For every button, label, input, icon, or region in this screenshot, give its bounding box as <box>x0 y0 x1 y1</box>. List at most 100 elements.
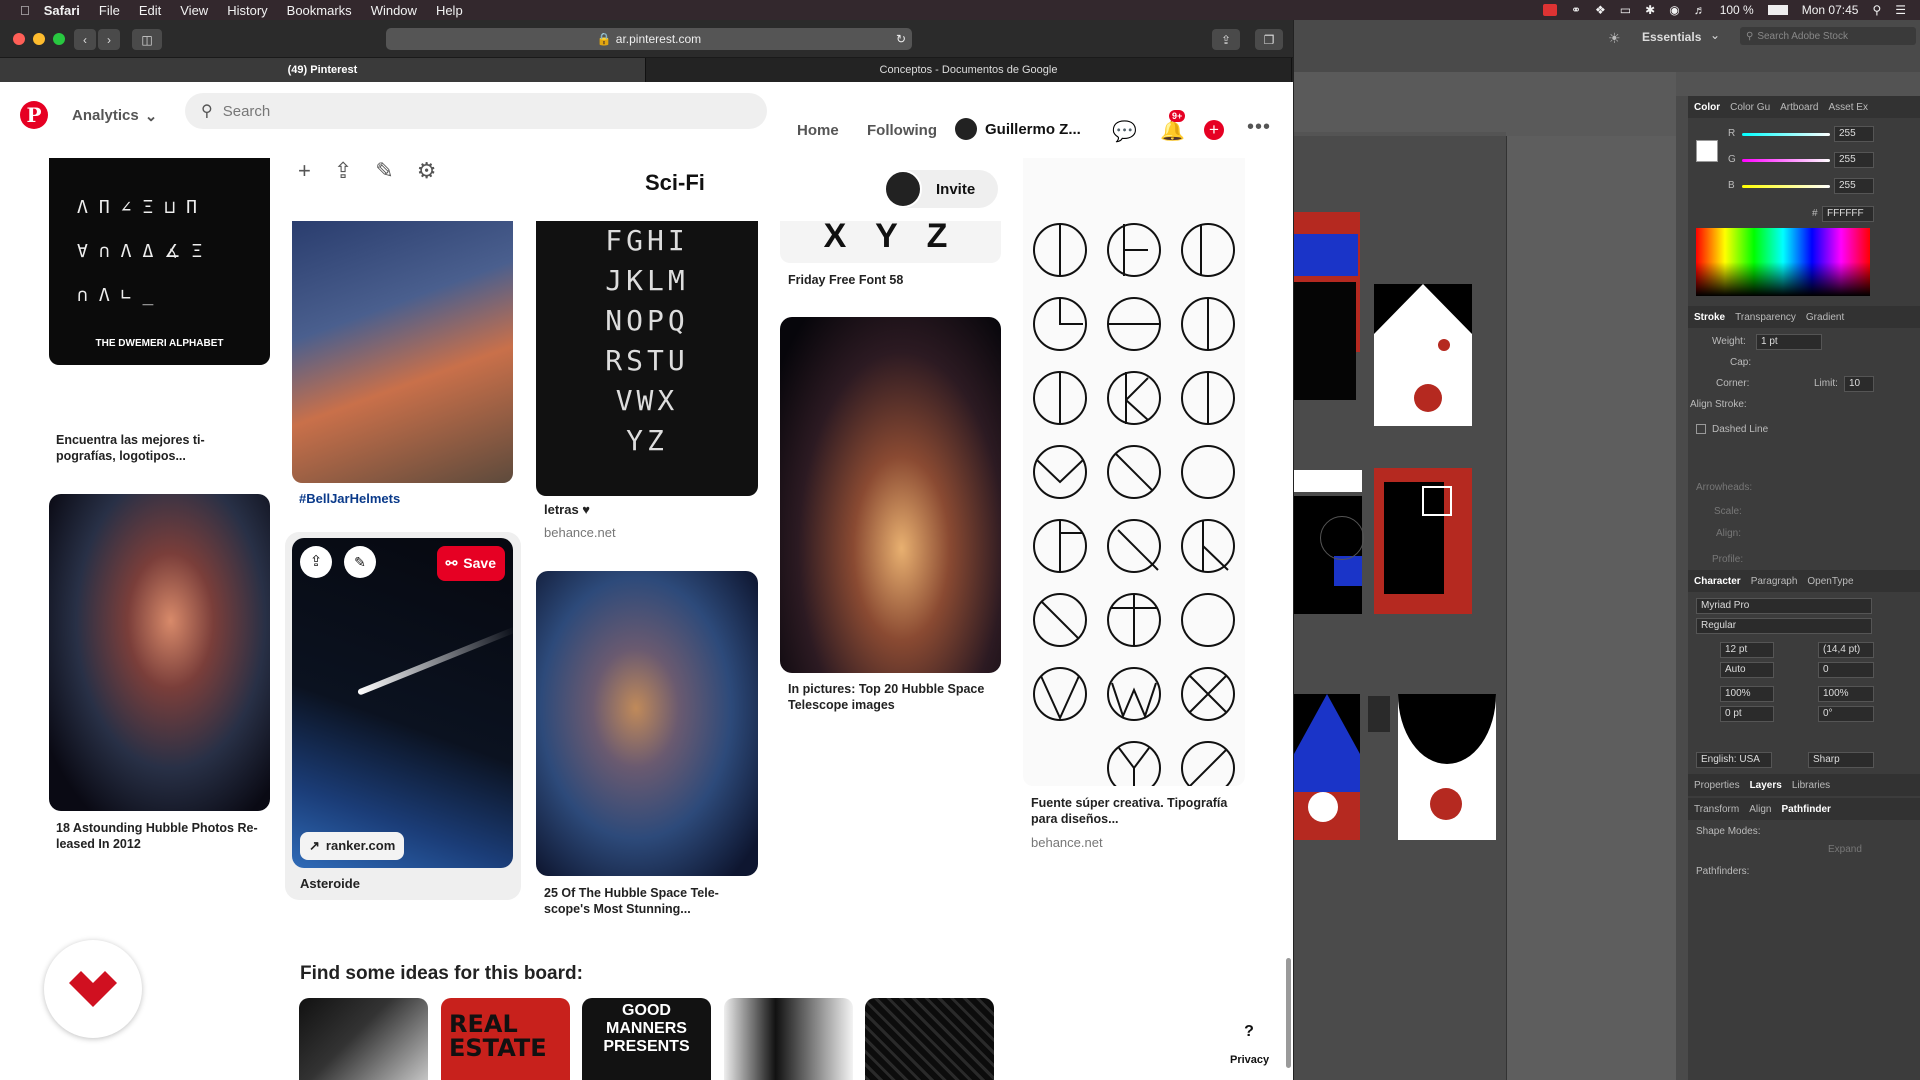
nav-home[interactable]: Home <box>797 122 839 139</box>
share-icon[interactable]: ⇪ <box>334 158 352 186</box>
apple-icon[interactable]:  <box>20 3 30 18</box>
blue-value[interactable]: 255 <box>1834 178 1874 194</box>
fill-stroke-swatch[interactable] <box>1696 140 1718 162</box>
pin-dwemeri-alphabet[interactable]: ΛΠ∠Ξ⊔Π ∀∩ΛΔ∡Ξ ∩Λ∟_ THE DWEMERI ALPHABET <box>49 158 270 365</box>
tab-libraries[interactable]: Libraries <box>1792 780 1830 791</box>
tab-artboards[interactable]: Artboard <box>1780 102 1818 113</box>
tab-color-guide[interactable]: Color Gu <box>1730 102 1770 113</box>
messages-icon[interactable]: 💬 <box>1112 119 1137 144</box>
tab-transparency[interactable]: Transparency <box>1735 312 1796 323</box>
language-field[interactable]: English: USA <box>1696 752 1772 768</box>
menu-bookmarks[interactable]: Bookmarks <box>287 3 352 18</box>
pinterest-logo[interactable]: P <box>20 101 48 129</box>
menu-file[interactable]: File <box>99 3 120 18</box>
wifi-icon[interactable]: ◉ <box>1669 3 1679 17</box>
save-button[interactable]: ⚯ Save <box>436 546 505 581</box>
pin-bell-jar-helmets[interactable] <box>292 221 513 483</box>
create-pin-icon[interactable]: + <box>1204 120 1224 140</box>
rotation-field[interactable]: 0° <box>1818 706 1874 722</box>
menu-window[interactable]: Window <box>371 3 417 18</box>
pin-friday-free-font[interactable]: X Y Z <box>780 221 1001 263</box>
more-options-icon[interactable]: ••• <box>1247 116 1271 139</box>
idea-thumbnail[interactable]: REAL ESTATE <box>441 998 570 1080</box>
tab-google-docs[interactable]: Conceptos - Documentos de Google <box>646 58 1292 82</box>
tracking-field[interactable]: 0 <box>1818 662 1874 678</box>
expand-button[interactable]: Expand <box>1828 844 1862 855</box>
edit-icon[interactable]: ✎ <box>375 158 393 186</box>
pin-fuente-creativa[interactable] <box>1023 158 1245 786</box>
stock-search-input[interactable]: ⚲ Search Adobe Stock <box>1740 27 1916 45</box>
adobe-cc-icon[interactable] <box>1542 4 1557 16</box>
red-value[interactable]: 255 <box>1834 126 1874 142</box>
pin-asteroid[interactable]: ⇪ ✎ ⚯ Save ↗ ranker.com <box>292 538 513 868</box>
invite-pill[interactable]: Invite <box>884 170 998 208</box>
zoom-window-button[interactable] <box>53 33 65 45</box>
tab-paragraph[interactable]: Paragraph <box>1751 576 1798 587</box>
close-window-button[interactable] <box>13 33 25 45</box>
reload-icon[interactable]: ↻ <box>896 32 906 46</box>
dashed-line-checkbox[interactable] <box>1696 424 1706 434</box>
nav-following[interactable]: Following <box>867 122 937 139</box>
menu-edit[interactable]: Edit <box>139 3 161 18</box>
tab-pinterest[interactable]: (49) Pinterest <box>0 58 646 82</box>
address-bar[interactable]: 🔒 ar.pinterest.com ↻ <box>386 28 912 50</box>
tab-pathfinder[interactable]: Pathfinder <box>1781 804 1830 815</box>
vertical-scale-field[interactable]: 100% <box>1720 686 1774 702</box>
kerning-field[interactable]: Auto <box>1720 662 1774 678</box>
menu-help[interactable]: Help <box>436 3 463 18</box>
back-button[interactable]: ‹ <box>74 29 96 50</box>
tabs-overview-button[interactable]: ❐ <box>1255 29 1283 50</box>
search-input[interactable]: ⚲ Search <box>185 93 767 129</box>
forward-button[interactable]: › <box>98 29 120 50</box>
privacy-link[interactable]: Privacy <box>1230 1054 1269 1066</box>
minimize-window-button[interactable] <box>33 33 45 45</box>
font-family-field[interactable]: Myriad Pro <box>1696 598 1872 614</box>
source-link[interactable]: ↗ ranker.com <box>300 832 405 860</box>
idea-thumbnail[interactable] <box>724 998 853 1080</box>
font-style-field[interactable]: Regular <box>1696 618 1872 634</box>
sidebar-toggle-button[interactable]: ◫ <box>132 29 162 50</box>
floating-logo-button[interactable] <box>44 940 142 1038</box>
pin-source[interactable]: behance.net <box>1031 835 1103 850</box>
horizontal-scale-field[interactable]: 100% <box>1818 686 1874 702</box>
share-button[interactable]: ⇪ <box>1212 29 1240 50</box>
workspace-switcher[interactable]: Essentials <box>1642 30 1701 44</box>
menu-history[interactable]: History <box>227 3 267 18</box>
dropbox-icon[interactable]: ❖ <box>1595 3 1606 17</box>
pin-source[interactable]: behance.net <box>544 525 616 540</box>
color-spectrum[interactable] <box>1696 228 1870 296</box>
clock[interactable]: Mon 07:45 <box>1802 3 1859 17</box>
lightbulb-icon[interactable]: ☀ <box>1608 30 1621 47</box>
tab-gradient[interactable]: Gradient <box>1806 312 1844 323</box>
tab-stroke[interactable]: Stroke <box>1694 312 1725 323</box>
panel-scrollbar[interactable] <box>1676 96 1688 1080</box>
tab-opentype[interactable]: OpenType <box>1807 576 1853 587</box>
pin-hubble-mystic[interactable] <box>536 571 758 876</box>
blue-slider[interactable] <box>1742 185 1830 188</box>
red-slider[interactable] <box>1742 133 1830 136</box>
leading-field[interactable]: (14,4 pt) <box>1818 642 1874 658</box>
help-button[interactable]: ? <box>1235 1018 1263 1046</box>
control-center-icon[interactable]: ☰ <box>1895 3 1906 17</box>
menu-view[interactable]: View <box>180 3 208 18</box>
edit-pin-icon[interactable]: ✎ <box>344 546 376 578</box>
battery-status[interactable]: 100 % <box>1720 3 1754 17</box>
hex-value[interactable]: FFFFFF <box>1822 206 1874 222</box>
green-value[interactable]: 255 <box>1834 152 1874 168</box>
settings-icon[interactable]: ⚙ <box>417 158 437 186</box>
share-pin-icon[interactable]: ⇪ <box>300 546 332 578</box>
pin-letras[interactable]: FGHI JKLM NOPQ RSTU VWX YZ <box>536 221 758 496</box>
tab-asset-export[interactable]: Asset Ex <box>1828 102 1867 113</box>
scrollbar-thumb[interactable] <box>1286 958 1291 1068</box>
menu-app-safari[interactable]: Safari <box>44 3 80 18</box>
analytics-menu[interactable]: Analytics ⌄ <box>72 107 157 125</box>
tab-properties[interactable]: Properties <box>1694 780 1740 791</box>
antialias-field[interactable]: Sharp <box>1808 752 1874 768</box>
bluetooth-icon[interactable]: ✱ <box>1645 3 1655 17</box>
tab-layers[interactable]: Layers <box>1750 780 1782 791</box>
spotlight-icon[interactable]: ⚲ <box>1872 3 1881 17</box>
stroke-weight-field[interactable]: 1 pt <box>1756 334 1822 350</box>
idea-thumbnail[interactable] <box>299 998 428 1080</box>
volume-icon[interactable]: ♬ <box>1694 3 1706 17</box>
user-profile-link[interactable]: Guillermo Z... <box>955 118 1081 140</box>
